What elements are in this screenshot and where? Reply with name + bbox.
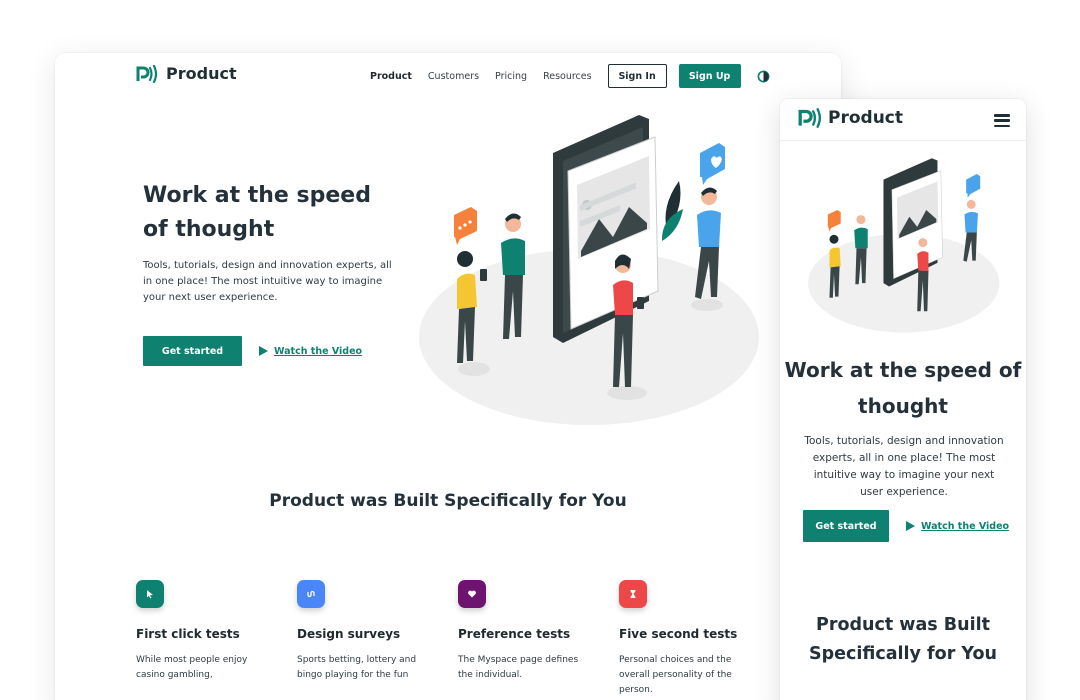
watch-video-label: Watch the Video	[274, 345, 363, 357]
hero-title: Work at the speed of thought	[784, 358, 1022, 418]
feature-title: First click tests	[136, 627, 240, 641]
feature-five-second-tests: Five second tests Personal choices and t…	[619, 580, 780, 698]
watch-video-link[interactable]: Watch the Video	[906, 521, 1009, 532]
hero-subtitle: Tools, tutorials, design and innovation …	[804, 435, 1004, 498]
feature-title: Design surveys	[297, 627, 401, 641]
feature-title: Preference tests	[458, 627, 571, 641]
nav-item-pricing[interactable]: Pricing	[495, 71, 527, 82]
hero-illustration	[419, 115, 759, 425]
nav-item-customers[interactable]: Customers	[428, 71, 479, 82]
survey-icon	[297, 580, 325, 608]
feature-text: Sports betting, lottery and bingo playin…	[297, 655, 417, 680]
get-started-button[interactable]: Get started	[803, 510, 889, 542]
logo-mark-icon	[136, 64, 158, 83]
feature-first-click-tests: First click tests While most people enjo…	[136, 580, 297, 698]
mobile-mockup: Product Work at the speed of thought Too…	[780, 99, 1026, 700]
feature-text: While most people enjoy casino gambling,	[136, 655, 248, 680]
feature-design-surveys: Design surveys Sports betting, lottery a…	[297, 580, 458, 698]
built-for-you-title: Product was Built Specifically for You	[809, 615, 997, 664]
feature-preference-tests: Preference tests The Myspace page define…	[458, 580, 619, 698]
hero-ctas: Get started Watch the Video	[803, 510, 1009, 542]
watch-video-label: Watch the Video	[921, 520, 1010, 532]
sign-in-button[interactable]: Sign In	[607, 64, 667, 88]
feature-text: The Myspace page defines the individual.	[458, 655, 579, 680]
play-icon	[906, 521, 915, 531]
hourglass-icon	[619, 580, 647, 608]
hamburger-icon[interactable]	[994, 114, 1010, 127]
nav-item-resources[interactable]: Resources	[543, 71, 592, 82]
mobile-header: Product	[780, 99, 1026, 141]
watch-video-link[interactable]: Watch the Video	[259, 346, 362, 357]
brand-logo[interactable]: Product	[136, 64, 237, 83]
get-started-button[interactable]: Get started	[143, 336, 242, 366]
desktop-mockup: Product Product Customers Pricing Resour…	[55, 53, 841, 700]
brand-name: Product	[166, 64, 237, 83]
cursor-icon	[136, 580, 164, 608]
heart-icon	[458, 580, 486, 608]
logo-mark-icon	[798, 108, 822, 128]
play-icon	[259, 346, 268, 356]
feature-title: Five second tests	[619, 627, 738, 641]
contrast-icon[interactable]	[757, 70, 770, 83]
hero-ctas: Get started Watch the Video	[143, 336, 362, 366]
hero-subtitle: Tools, tutorials, design and innovation …	[143, 260, 392, 303]
brand-logo[interactable]: Product	[798, 108, 903, 128]
hero-illustration	[808, 158, 1000, 333]
features-list: First click tests While most people enjo…	[136, 580, 780, 698]
sign-up-button[interactable]: Sign Up	[678, 64, 741, 88]
feature-text: Personal choices and the overall persona…	[619, 655, 732, 695]
brand-name: Product	[828, 108, 903, 128]
top-nav: Product Customers Pricing Resources Sign…	[370, 64, 770, 88]
nav-item-product[interactable]: Product	[370, 71, 412, 82]
hero-title: Work at the speed of thought	[143, 183, 371, 242]
built-for-you-title: Product was Built Specifically for You	[269, 491, 627, 511]
